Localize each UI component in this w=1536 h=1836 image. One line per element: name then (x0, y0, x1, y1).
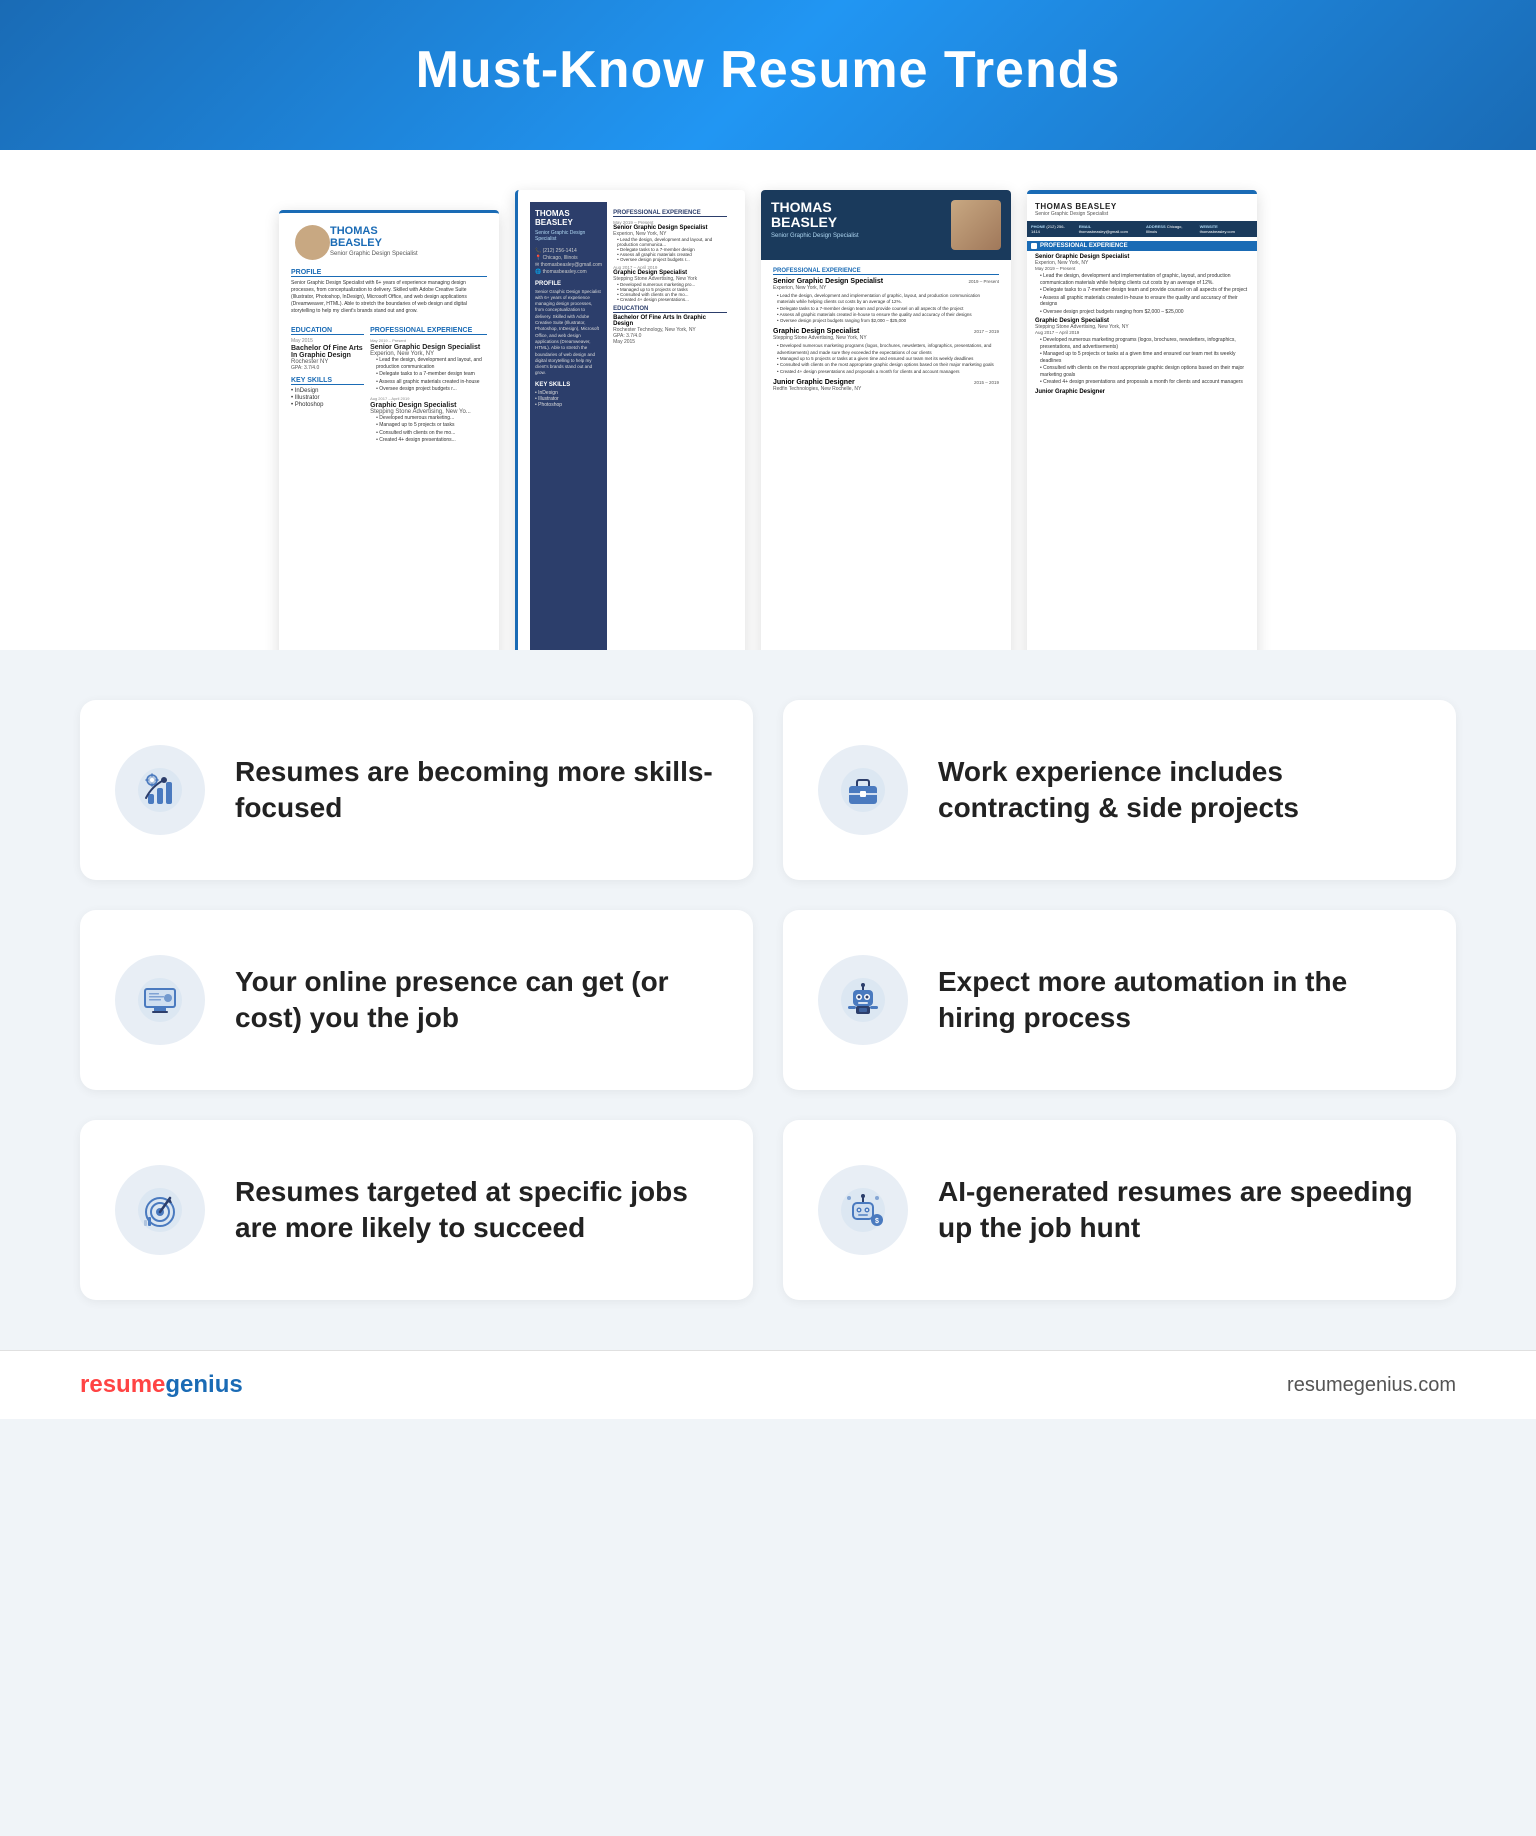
trend-text-ai: AI-generated resumes are speeding up the… (938, 1174, 1416, 1247)
section-education-1: EDUCATION (291, 327, 364, 335)
skill-1-3: • Photoshop (291, 402, 364, 408)
ai-icon: $ (839, 1186, 887, 1234)
resume-title-1: Senior Graphic Design Specialist (330, 251, 487, 257)
trend-item-contracting: Work experience includes contracting & s… (783, 700, 1456, 880)
avatar-1 (295, 225, 330, 260)
svg-text:$: $ (875, 1218, 879, 1225)
monitor-icon (136, 976, 184, 1024)
section-profile-1: PROFILE (291, 269, 487, 277)
robot-icon-wrap (818, 955, 908, 1045)
resume-card-1: THOMASBEASLEY Senior Graphic Design Spec… (279, 210, 499, 650)
trend-item-ai: $ AI-generated resumes are speeding up t… (783, 1120, 1456, 1300)
monitor-icon-wrap (115, 955, 205, 1045)
trend-item-targeted: Resumes targeted at specific jobs are mo… (80, 1120, 753, 1300)
resume-title-4: Senior Graphic Design Specialist (1035, 211, 1117, 217)
trend-item-skills: Resumes are becoming more skills-focused (80, 700, 753, 880)
resume-card-4: THOMAS BEASLEY Senior Graphic Design Spe… (1027, 190, 1257, 650)
footer: resumegenius resumegenius.com (0, 1350, 1536, 1419)
skill-1-1: • InDesign (291, 388, 364, 394)
trend-text-targeted: Resumes targeted at specific jobs are mo… (235, 1174, 713, 1247)
briefcase-icon (839, 766, 887, 814)
page-title: Must-Know Resume Trends (60, 40, 1476, 100)
trend-text-automation: Expect more automation in the hiring pro… (938, 964, 1416, 1037)
edu-degree-1: Bachelor Of Fine Arts In Graphic Design (291, 345, 364, 359)
trends-section: Resumes are becoming more skills-focused… (0, 650, 1536, 1350)
trend-item-automation: Expect more automation in the hiring pro… (783, 910, 1456, 1090)
briefcase-icon-wrap (818, 745, 908, 835)
footer-url: resumegenius.com (1287, 1374, 1456, 1397)
skills-icon-wrap (115, 745, 205, 835)
brand-resume: resume (80, 1371, 165, 1398)
trend-text-online: Your online presence can get (or cost) y… (235, 964, 713, 1037)
section-bar-exp: PROFESSIONAL EXPERIENCE (1027, 241, 1257, 251)
resume-card-2: THOMASBEASLEY Senior Graphic Design Spec… (515, 190, 745, 650)
skill-1-2: • Illustrator (291, 395, 364, 401)
footer-brand: resumegenius (80, 1371, 243, 1399)
info-bar-4: PHONE (212) 256-1414 EMAIL thomasbeasley… (1027, 221, 1257, 237)
skills-icon (136, 766, 184, 814)
target-icon (136, 1186, 184, 1234)
ai-icon-wrap: $ (818, 1165, 908, 1255)
section-experience-1: PROFESSIONAL EXPERIENCE (370, 327, 487, 335)
header: Must-Know Resume Trends (0, 0, 1536, 150)
trend-text-contracting: Work experience includes contracting & s… (938, 754, 1416, 827)
resume-name-4: THOMAS BEASLEY (1035, 202, 1117, 211)
section-skills-1: KEY SKILLS (291, 377, 364, 385)
brand-genius: genius (165, 1371, 242, 1398)
avatar-3 (951, 200, 1001, 250)
trend-text-skills: Resumes are becoming more skills-focused (235, 754, 713, 827)
trends-grid: Resumes are becoming more skills-focused… (80, 700, 1456, 1300)
resume-showcase: THOMASBEASLEY Senior Graphic Design Spec… (0, 150, 1536, 650)
robot-icon (839, 976, 887, 1024)
resume-name-1: THOMASBEASLEY (330, 225, 487, 249)
resume-card-3: THOMASBEASLEY Senior Graphic Design Spec… (761, 190, 1011, 650)
target-icon-wrap (115, 1165, 205, 1255)
trend-item-online: Your online presence can get (or cost) y… (80, 910, 753, 1090)
profile-body-1: Senior Graphic Design Specialist with 6+… (291, 280, 487, 315)
